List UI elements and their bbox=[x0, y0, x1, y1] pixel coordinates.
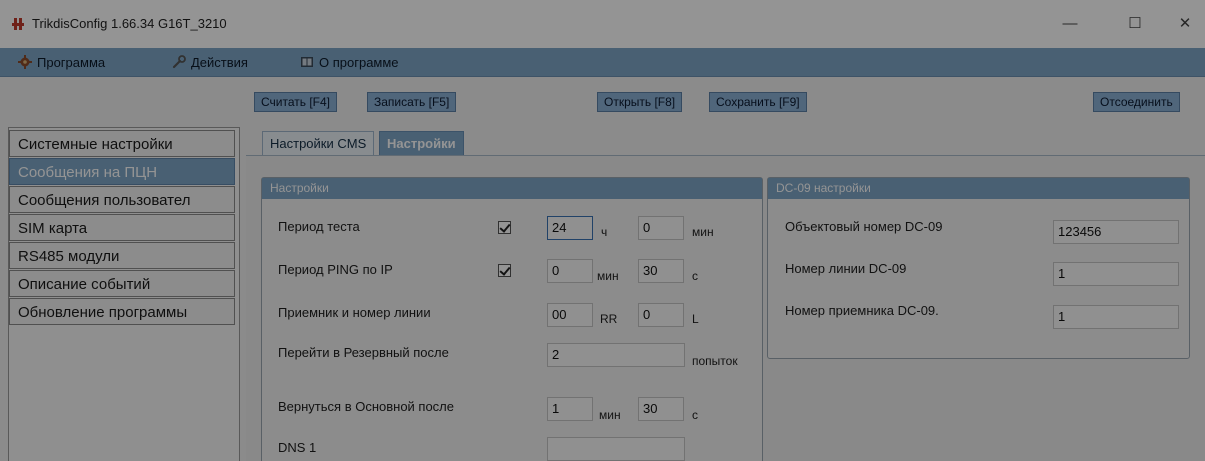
switch-backup-label: Перейти в Резервный после bbox=[278, 345, 449, 360]
dc09-group-title: DC-09 настройки bbox=[768, 178, 1189, 199]
ping-period-checkbox[interactable] bbox=[498, 264, 511, 277]
info-book-icon bbox=[301, 57, 313, 67]
dns1-label: DNS 1 bbox=[278, 440, 317, 455]
menu-actions[interactable]: Действия bbox=[172, 53, 248, 71]
test-period-hours-input[interactable]: 24 bbox=[547, 216, 593, 240]
dc09-receiver-number-label: Номер приемника DC-09. bbox=[785, 303, 939, 318]
menu-bar: Программа Действия О программе bbox=[0, 48, 1205, 77]
sidebar-item-event-descriptions[interactable]: Описание событий bbox=[9, 270, 235, 297]
read-button[interactable]: Считать [F4] bbox=[254, 92, 338, 112]
maximize-button[interactable]: ☐ bbox=[1115, 10, 1155, 38]
app-logo-icon bbox=[12, 18, 24, 30]
ping-minutes-unit: мин bbox=[597, 269, 619, 283]
ping-seconds-unit: с bbox=[692, 269, 698, 283]
receiver-line-label: Приемник и номер линии bbox=[278, 305, 431, 320]
hours-unit-label: ч bbox=[601, 225, 608, 239]
switch-backup-input[interactable]: 2 bbox=[547, 343, 685, 367]
return-seconds-input[interactable]: 30 bbox=[638, 397, 684, 421]
menu-actions-label: Действия bbox=[191, 54, 248, 70]
ping-minutes-input[interactable]: 0 bbox=[547, 259, 593, 283]
test-period-checkbox[interactable] bbox=[498, 221, 511, 234]
close-button[interactable]: ✕ bbox=[1165, 10, 1205, 38]
menu-program-label: Программа bbox=[37, 54, 106, 70]
ping-seconds-input[interactable]: 30 bbox=[638, 259, 684, 283]
wrench-icon bbox=[172, 55, 186, 69]
sidebar-item-firmware-update[interactable]: Обновление программы bbox=[9, 298, 235, 325]
menu-about-label: О программе bbox=[319, 54, 399, 70]
line-unit-label: L bbox=[692, 312, 699, 326]
tab-cms-settings[interactable]: Настройки CMS bbox=[262, 131, 375, 157]
sidebar-item-user-messages[interactable]: Сообщения пользовател bbox=[9, 186, 235, 213]
disconnect-button[interactable]: Отсоединить bbox=[1093, 92, 1180, 112]
receiver-unit-label: RR bbox=[600, 312, 618, 326]
toolbar: Считать [F4] Записать [F5] Открыть [F8] … bbox=[0, 77, 1205, 112]
dc09-object-number-input[interactable]: 123456 bbox=[1053, 220, 1179, 244]
write-button[interactable]: Записать [F5] bbox=[367, 92, 457, 112]
return-seconds-unit: с bbox=[692, 408, 698, 422]
sidebar: Системные настройки Сообщения на ПЦН Соо… bbox=[8, 127, 240, 461]
return-minutes-input[interactable]: 1 bbox=[547, 397, 593, 421]
sidebar-item-cms-messages[interactable]: Сообщения на ПЦН bbox=[9, 158, 235, 185]
settings-group-title: Настройки bbox=[262, 178, 762, 199]
ping-period-label: Период PING по IP bbox=[278, 262, 393, 277]
receiver-number-input[interactable]: 00 bbox=[547, 303, 593, 327]
dc09-receiver-number-input[interactable]: 1 bbox=[1053, 305, 1179, 329]
dns1-input[interactable] bbox=[547, 437, 685, 461]
minutes-unit-label: мин bbox=[692, 225, 714, 239]
open-button[interactable]: Открыть [F8] bbox=[597, 92, 683, 112]
sidebar-item-sim-card[interactable]: SIM карта bbox=[9, 214, 235, 241]
menu-about[interactable]: О программе bbox=[300, 53, 399, 71]
save-button[interactable]: Сохранить [F9] bbox=[709, 92, 807, 112]
test-period-label: Период теста bbox=[278, 219, 360, 234]
sidebar-item-rs485-modules[interactable]: RS485 модули bbox=[9, 242, 235, 269]
attempts-unit-label: попыток bbox=[692, 354, 738, 368]
app-window: TrikdisConfig 1.66.34 G16T_3210 — ☐ ✕ Пр… bbox=[0, 0, 1205, 461]
test-period-minutes-input[interactable]: 0 bbox=[638, 216, 684, 240]
tab-settings[interactable]: Настройки bbox=[379, 131, 464, 157]
minimize-button[interactable]: — bbox=[1050, 10, 1090, 38]
return-minutes-unit: мин bbox=[599, 408, 621, 422]
menu-program[interactable]: Программа bbox=[18, 53, 105, 71]
sidebar-item-system-settings[interactable]: Системные настройки bbox=[9, 130, 235, 157]
title-bar: TrikdisConfig 1.66.34 G16T_3210 — ☐ ✕ bbox=[0, 0, 1205, 48]
window-title: TrikdisConfig 1.66.34 G16T_3210 bbox=[32, 16, 227, 31]
line-number-input[interactable]: 0 bbox=[638, 303, 684, 327]
return-main-label: Вернуться в Основной после bbox=[278, 399, 455, 414]
dc09-line-number-label: Номер линии DC-09 bbox=[785, 261, 907, 276]
gear-icon bbox=[18, 55, 32, 69]
dc09-object-number-label: Объектовый номер DC-09 bbox=[785, 219, 943, 234]
dc09-line-number-input[interactable]: 1 bbox=[1053, 262, 1179, 286]
